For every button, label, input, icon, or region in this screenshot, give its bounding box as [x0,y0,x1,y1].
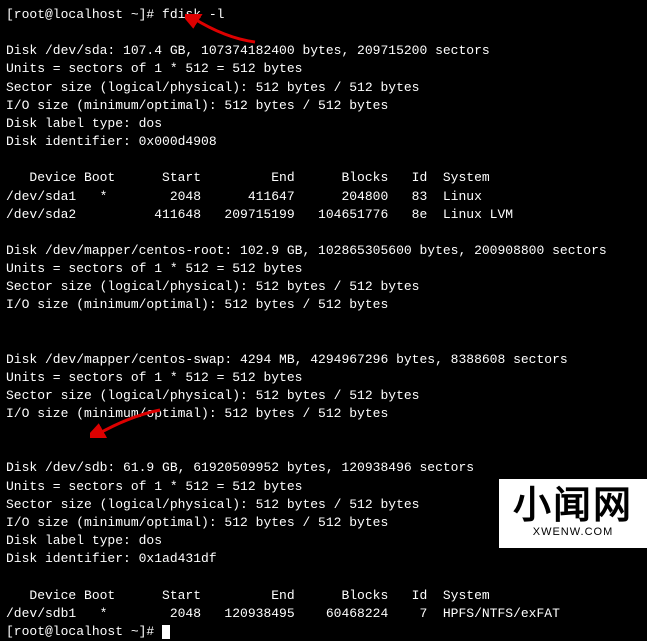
disk-swap-units: Units = sectors of 1 * 512 = 512 bytes [6,369,641,387]
blank-line [6,24,641,42]
blank-line [6,441,641,459]
watermark-url: XWENW.COM [513,527,633,538]
disk-sda-label: Disk label type: dos [6,115,641,133]
disk-root-line: Disk /dev/mapper/centos-root: 102.9 GB, … [6,242,641,260]
watermark-text: 小闻网 [513,487,633,525]
disk-sdb-identifier: Disk identifier: 0x1ad431df [6,550,641,568]
watermark: 小闻网 XWENW.COM [499,479,647,548]
blank-line [6,315,641,333]
disk-sda-identifier: Disk identifier: 0x000d4908 [6,133,641,151]
shell-prompt[interactable]: [root@localhost ~]# fdisk -l [6,6,641,24]
shell-prompt[interactable]: [root@localhost ~]# [6,623,641,641]
disk-sda-line: Disk /dev/sda: 107.4 GB, 107374182400 by… [6,42,641,60]
disk-root-io: I/O size (minimum/optimal): 512 bytes / … [6,296,641,314]
cursor [162,625,170,639]
disk-swap-line: Disk /dev/mapper/centos-swap: 4294 MB, 4… [6,351,641,369]
disk-sdb-line: Disk /dev/sdb: 61.9 GB, 61920509952 byte… [6,459,641,477]
disk-sda-sector: Sector size (logical/physical): 512 byte… [6,79,641,97]
partition-row: /dev/sdb1 * 2048 120938495 60468224 7 HP… [6,605,641,623]
disk-sda-io: I/O size (minimum/optimal): 512 bytes / … [6,97,641,115]
partition-row: /dev/sda1 * 2048 411647 204800 83 Linux [6,188,641,206]
blank-line [6,423,641,441]
disk-root-units: Units = sectors of 1 * 512 = 512 bytes [6,260,641,278]
disk-root-sector: Sector size (logical/physical): 512 byte… [6,278,641,296]
partition-row: /dev/sda2 411648 209715199 104651776 8e … [6,206,641,224]
disk-sda-units: Units = sectors of 1 * 512 = 512 bytes [6,60,641,78]
partition-header: Device Boot Start End Blocks Id System [6,587,641,605]
disk-swap-io: I/O size (minimum/optimal): 512 bytes / … [6,405,641,423]
partition-header: Device Boot Start End Blocks Id System [6,169,641,187]
blank-line [6,224,641,242]
blank-line [6,333,641,351]
blank-line [6,151,641,169]
blank-line [6,569,641,587]
disk-swap-sector: Sector size (logical/physical): 512 byte… [6,387,641,405]
